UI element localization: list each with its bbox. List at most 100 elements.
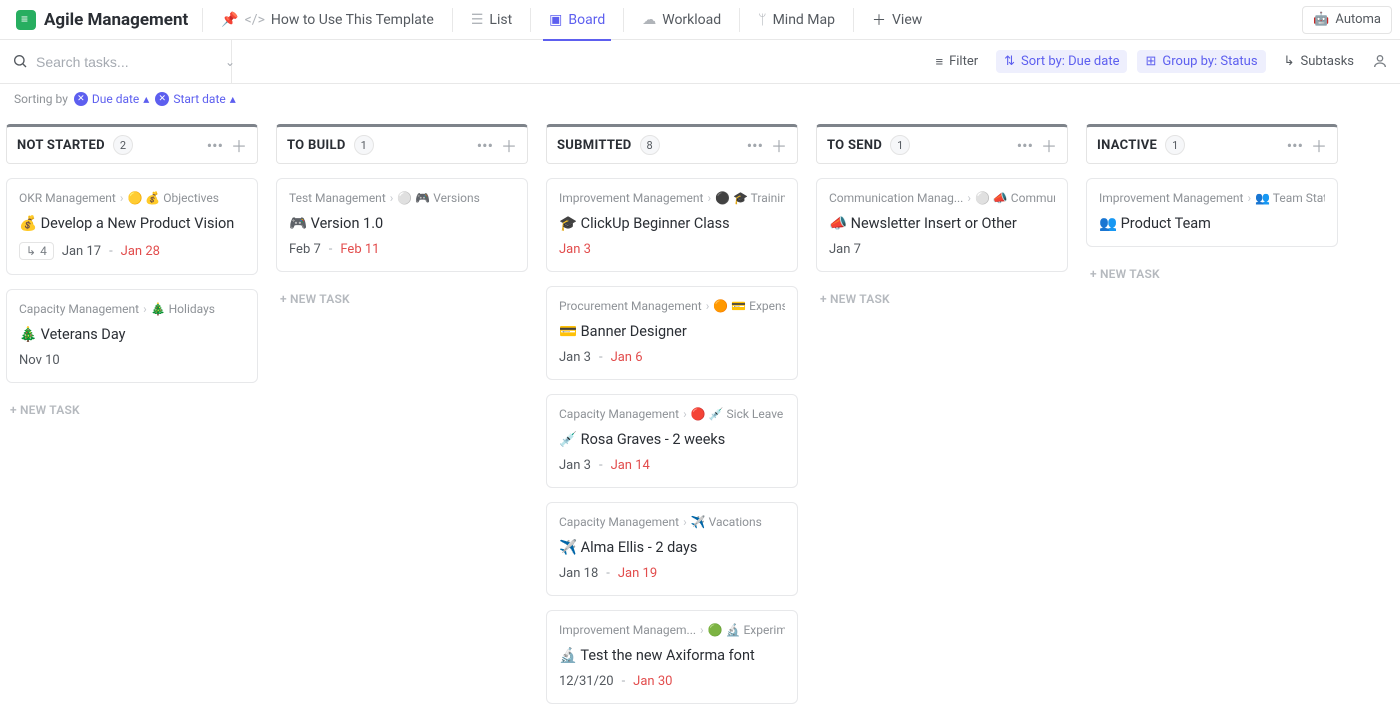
column-menu-icon[interactable]: ••• — [1287, 136, 1303, 155]
card-footer: Nov 10 — [19, 353, 245, 368]
chevron-right-icon: › — [700, 623, 704, 637]
card-title: 🔬 Test the new Axiforma font — [559, 647, 785, 664]
card-breadcrumb: Capacity Management › ✈️ Vacations — [559, 515, 785, 529]
filter-button[interactable]: ≡ Filter — [927, 50, 986, 74]
task-card[interactable]: Improvement Managem... › 🟢 🔬 Experime...… — [546, 610, 798, 704]
remove-sort-icon[interactable]: ✕ — [74, 92, 88, 106]
tab-label: Workload — [662, 12, 721, 28]
group-button[interactable]: ⊞ Group by: Status — [1137, 50, 1265, 73]
column-add-icon[interactable]: ＋ — [771, 133, 787, 157]
sort-chip-due-date[interactable]: ✕ Due date ▴ — [74, 92, 149, 106]
automations-button[interactable]: 🤖 Automa — [1302, 6, 1392, 34]
due-date: Jan 6 — [611, 350, 643, 365]
card-footer: Jan 3 - Jan 6 — [559, 350, 785, 365]
top-bar: Agile Management 📌 </> How to Use This T… — [0, 0, 1400, 40]
sort-asc-icon: ▴ — [143, 92, 149, 106]
chevron-right-icon: › — [1247, 191, 1251, 205]
crumb-list: ⚪ 🎮 Versions — [397, 191, 479, 205]
crumb-list: 🟠 💳 Expenses — [713, 299, 785, 313]
subtasks-icon: ↳ — [1284, 54, 1295, 69]
column-menu-icon[interactable]: ••• — [477, 136, 493, 155]
user-icon[interactable] — [1372, 53, 1388, 70]
subtasks-button[interactable]: ↳ Subtasks — [1276, 50, 1362, 73]
tab-template[interactable]: 📌 </> How to Use This Template — [209, 0, 446, 40]
search-input[interactable] — [36, 54, 217, 70]
column-title: TO BUILD — [287, 138, 346, 153]
column-menu-icon[interactable]: ••• — [1017, 136, 1033, 155]
card-breadcrumb: Communication Manag... › ⚪ 📣 Communica..… — [829, 191, 1055, 205]
card-breadcrumb: Capacity Management › 🔴 💉 Sick Leave — [559, 407, 785, 421]
divider — [739, 8, 740, 32]
chevron-down-icon[interactable]: ⌄ — [225, 55, 235, 69]
board-icon: ▣ — [549, 12, 562, 28]
column-count: 1 — [890, 135, 910, 155]
task-card[interactable]: Improvement Management › 👥 Team Status 👥… — [1086, 178, 1338, 247]
column-menu-icon[interactable]: ••• — [207, 136, 223, 155]
column-add-icon[interactable]: ＋ — [1041, 133, 1057, 157]
subtask-icon: ↳ — [26, 244, 36, 258]
new-task-button[interactable]: + NEW TASK — [6, 397, 258, 423]
crumb-list: ⚫ 🎓 Trainings — [715, 191, 785, 205]
search-icon — [12, 53, 28, 70]
tab-workload[interactable]: ☁ Workload — [630, 0, 733, 40]
new-task-button[interactable]: + NEW TASK — [816, 286, 1068, 312]
list-icon: ☰ — [471, 12, 484, 28]
tab-label: Mind Map — [773, 12, 835, 28]
task-card[interactable]: Capacity Management › 🎄 Holidays 🎄 Veter… — [6, 289, 258, 383]
crumb-list: 🟡 💰 Objectives — [127, 191, 218, 205]
add-view-button[interactable]: ＋ View — [860, 0, 934, 40]
crumb-project: Capacity Management — [19, 302, 139, 316]
column-to-build: TO BUILD 1 ••• ＋ Test Management › ⚪ 🎮 V… — [276, 124, 528, 709]
crumb-list: 🎄 Holidays — [151, 302, 215, 316]
start-date: Jan 3 — [559, 458, 591, 473]
subtasks-count: 4 — [40, 244, 47, 258]
column-header: TO BUILD 1 ••• ＋ — [276, 124, 528, 164]
sort-button[interactable]: ⇅ Sort by: Due date — [996, 50, 1127, 73]
divider — [623, 8, 624, 32]
subtasks-badge[interactable]: ↳ 4 — [19, 242, 54, 260]
column-add-icon[interactable]: ＋ — [501, 133, 517, 157]
card-title: 🎮 Version 1.0 — [289, 215, 515, 232]
crumb-project: Test Management — [289, 191, 386, 205]
crumb-project: Capacity Management — [559, 407, 679, 421]
column-add-icon[interactable]: ＋ — [1311, 133, 1327, 157]
column-to-send: TO SEND 1 ••• ＋ Communication Manag... ›… — [816, 124, 1068, 709]
filter-bar: ⌄ ≡ Filter ⇅ Sort by: Due date ⊞ Group b… — [0, 40, 1400, 84]
tab-label: Board — [568, 12, 605, 28]
task-card[interactable]: Capacity Management › ✈️ Vacations ✈️ Al… — [546, 502, 798, 596]
task-card[interactable]: Improvement Management › ⚫ 🎓 Trainings 🎓… — [546, 178, 798, 272]
tab-list[interactable]: ☰ List — [459, 0, 524, 40]
plus-icon: ＋ — [872, 10, 886, 30]
column-title: NOT STARTED — [17, 138, 105, 153]
task-card[interactable]: OKR Management › 🟡 💰 Objectives 💰 Develo… — [6, 178, 258, 275]
sort-chip-start-date[interactable]: ✕ Start date ▴ — [155, 92, 235, 106]
task-card[interactable]: Procurement Management › 🟠 💳 Expenses 💳 … — [546, 286, 798, 380]
sort-chip-label: Due date — [92, 92, 139, 106]
new-task-button[interactable]: + NEW TASK — [1086, 261, 1338, 287]
filter-icon: ≡ — [935, 54, 943, 70]
task-card[interactable]: Test Management › ⚪ 🎮 Versions 🎮 Version… — [276, 178, 528, 272]
workload-icon: ☁ — [642, 12, 656, 28]
divider — [452, 8, 453, 32]
crumb-project: Improvement Management — [1099, 191, 1243, 205]
column-title: INACTIVE — [1097, 138, 1157, 153]
card-breadcrumb: OKR Management › 🟡 💰 Objectives — [19, 191, 245, 205]
tab-mindmap[interactable]: ᛘ Mind Map — [746, 0, 847, 40]
column-inactive: INACTIVE 1 ••• ＋ Improvement Management … — [1086, 124, 1338, 709]
new-task-button[interactable]: + NEW TASK — [276, 286, 528, 312]
task-card[interactable]: Capacity Management › 🔴 💉 Sick Leave 💉 R… — [546, 394, 798, 488]
chevron-right-icon: › — [390, 191, 394, 205]
chevron-right-icon: › — [707, 191, 711, 205]
card-breadcrumb: Test Management › ⚪ 🎮 Versions — [289, 191, 515, 205]
due-date: Feb 11 — [340, 242, 379, 257]
column-header: INACTIVE 1 ••• ＋ — [1086, 124, 1338, 164]
due-date: Jan 14 — [611, 458, 650, 473]
card-title: ✈️ Alma Ellis - 2 days — [559, 539, 785, 556]
task-card[interactable]: Communication Manag... › ⚪ 📣 Communica..… — [816, 178, 1068, 272]
tab-board[interactable]: ▣ Board — [537, 0, 617, 40]
remove-sort-icon[interactable]: ✕ — [155, 92, 169, 106]
column-add-icon[interactable]: ＋ — [231, 133, 247, 157]
divider — [202, 8, 203, 32]
column-menu-icon[interactable]: ••• — [747, 136, 763, 155]
crumb-project: Improvement Management — [559, 191, 703, 205]
